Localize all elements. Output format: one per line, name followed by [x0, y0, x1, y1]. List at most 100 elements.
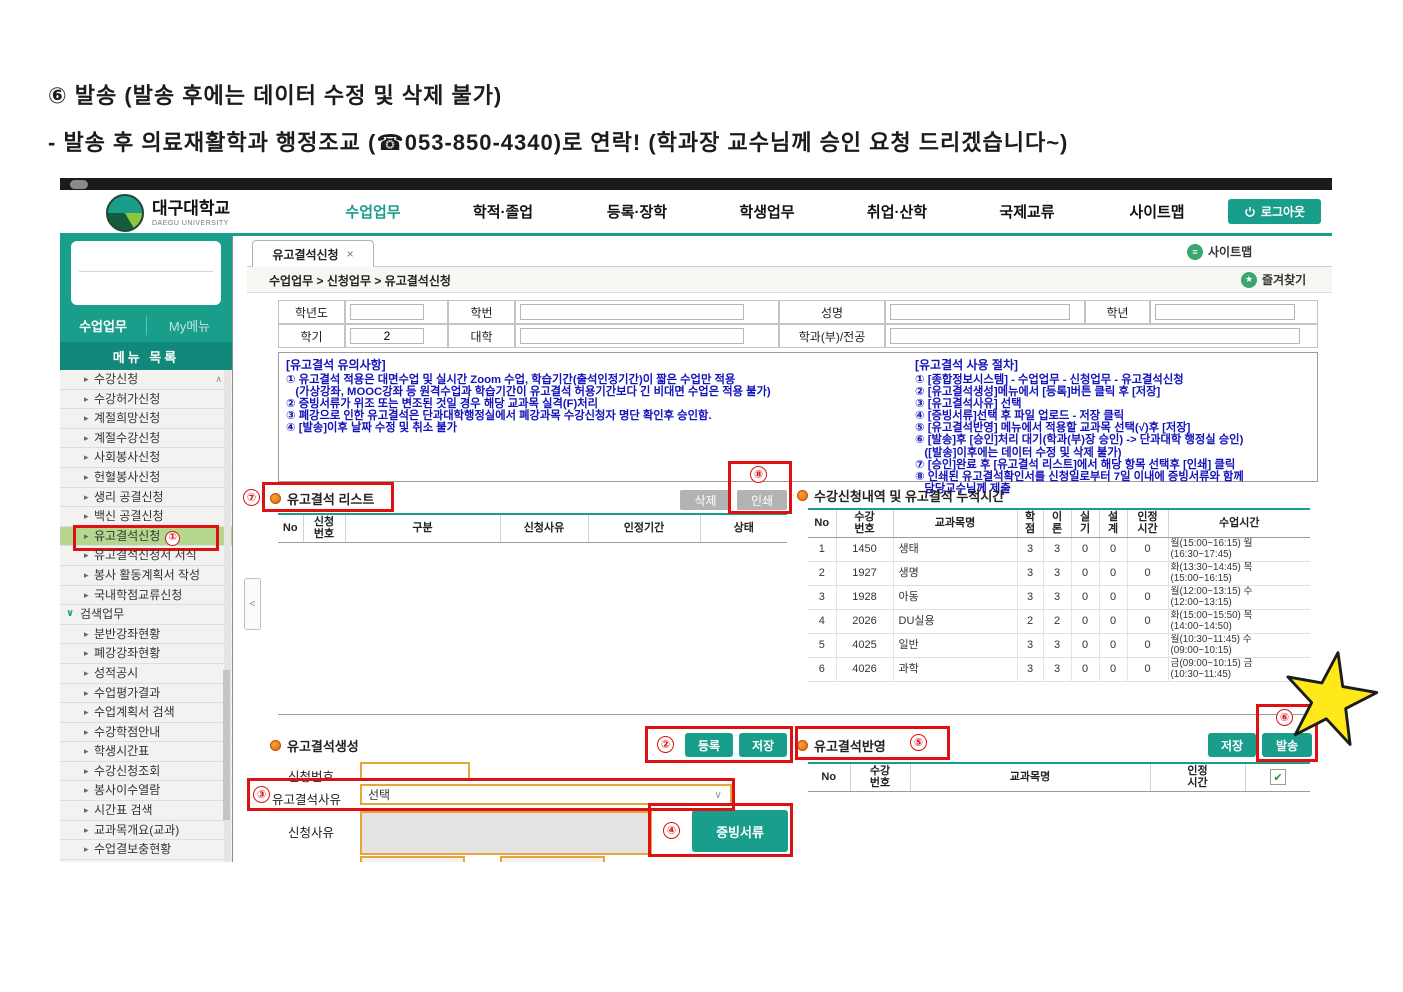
sidebar-item[interactable]: ▸ 수강학점안내 — [60, 723, 232, 743]
table-row[interactable]: 6 4026 과학 3 3 0 0 0 금(09:00~10:15) 금(10:30~11:45… — [808, 657, 1310, 682]
sidebar-item-label: 사회봉사신청 — [94, 450, 161, 465]
sidebar: 수업업무 My메뉴 메뉴 목록 ▸ 수강신청 ▸ 수강허가신청 ▸ 계절희망신청 ▸ 계절수강… — [60, 236, 233, 862]
sidebar-item[interactable]: ▸ 수강허가신청 — [60, 390, 232, 410]
student-id-input[interactable] — [520, 304, 744, 320]
table-row[interactable]: 4 2026 DU실용 2 2 0 0 0 화(15:00~15:50) 목(14:00~14:… — [808, 609, 1310, 634]
college-label: 대학 — [448, 324, 515, 348]
table-cell: 5 — [808, 633, 836, 658]
table-cell: DU실용 — [892, 609, 1017, 634]
sidebar-tab-mymenu[interactable]: My메뉴 — [147, 316, 232, 335]
favorite-button[interactable]: ★ 즐겨찾기 — [1241, 271, 1306, 288]
logout-label: 로그아웃 — [1260, 205, 1306, 219]
sidebar-item[interactable]: ▸ 헌혈봉사신청 — [60, 468, 232, 488]
apply-no-label: 신청번호 — [288, 770, 335, 784]
sidebar-item-label: 수업계획서 검색 — [94, 705, 175, 720]
chevron-right-icon: ▸ — [84, 707, 89, 718]
sidebar-item[interactable]: ▸ 계절희망신청 — [60, 409, 232, 429]
sidebar-item[interactable]: ▸ 유고결석신청서 서식 — [60, 546, 232, 566]
table-row[interactable]: 2 1927 생명 3 3 0 0 0 화(13:30~14:45) 목(15:00~16:15… — [808, 561, 1310, 586]
year-label: 학년도 — [278, 300, 345, 324]
notice-left-title: [유고결석 유의사항] — [286, 358, 386, 372]
chevron-right-icon: ▸ — [84, 785, 89, 796]
sidebar-item-label: 수강학점안내 — [94, 724, 161, 739]
nav-item-registration[interactable]: 등록·장학 — [582, 201, 692, 222]
sidebar-item[interactable]: ▸ 사회봉사신청 — [60, 448, 232, 468]
name-input[interactable] — [890, 304, 1070, 320]
sidebar-item[interactable]: ▸ 수업계획서 검색 — [60, 703, 232, 723]
table-cell: 0 — [1098, 609, 1127, 634]
enrollment-table: No 수강 번호 교과목명 학 점이 론실 기설 계 인정 시간 수업시간 1 1450 생태… — [808, 508, 1310, 682]
sidebar-item[interactable]: ▸ 수업평가결과 — [60, 684, 232, 704]
college-input[interactable] — [520, 328, 744, 344]
table-row[interactable]: 1 1450 생태 3 3 0 0 0 월(15:00~16:15) 월(16:30~17:45… — [808, 537, 1310, 562]
nav-item-international[interactable]: 국제교류 — [972, 201, 1082, 222]
logout-button[interactable]: 로그아웃 — [1228, 199, 1321, 224]
grade-input[interactable] — [1155, 304, 1295, 320]
table-cell: 과학 — [892, 657, 1017, 682]
star-highlight-icon — [1286, 651, 1379, 746]
sidebar-item[interactable]: ▸ 생리 공결신청 — [60, 488, 232, 508]
apply-no-input[interactable] — [362, 765, 468, 781]
sidebar-item[interactable]: ▸ 수강신청 — [60, 370, 232, 390]
sidebar-item[interactable]: ▸ 폐강강좌현황 — [60, 644, 232, 664]
nav-item-career[interactable]: 취업·산학 — [842, 201, 952, 222]
delete-button[interactable]: 삭제 — [680, 490, 731, 510]
sidebar-item-label: 국내학점교류신청 — [94, 587, 183, 602]
print-button[interactable]: 인쇄 — [737, 490, 787, 510]
sidebar-scrollbar[interactable] — [223, 370, 231, 862]
create-save-button[interactable]: 저장 — [739, 733, 787, 757]
sidebar-item-label: 생리 공결신청 — [94, 489, 164, 504]
sidebar-item[interactable]: ∨ 검색업무 — [60, 605, 232, 625]
notice-precautions: [유고결석 유의사항] ① 유고결석 적용은 대면수업 및 실시간 Zoom 수… — [286, 356, 846, 434]
sidebar-item[interactable]: ▸ 수업결보충현황 — [60, 840, 232, 860]
document-tabbar: 유고결석신청 × ≡ 사이트맵 — [247, 238, 1332, 267]
chevron-right-icon: ▸ — [84, 511, 89, 522]
chevron-right-icon: ▸ — [84, 628, 89, 639]
table-cell: 0 — [1098, 633, 1127, 658]
sidebar-tab-classwork[interactable]: 수업업무 — [60, 315, 147, 335]
sidebar-collapse-handle[interactable]: < — [244, 578, 261, 630]
nav-item-classwork[interactable]: 수업업무 — [318, 201, 428, 222]
sidebar-item[interactable]: ▸ 수강신청조회 — [60, 762, 232, 782]
sidebar-item[interactable]: ▸ 봉사이수열람 — [60, 781, 232, 802]
sidebar-item-label: 폐강강좌현황 — [94, 646, 161, 661]
absence-apply-table: No 수강 번호 교과목명 인정 시간 — [808, 762, 1310, 792]
sitemap-link[interactable]: ≡ 사이트맵 — [1187, 243, 1252, 260]
period-start-input[interactable] — [360, 856, 465, 862]
tab-absence-application[interactable]: 유고결석신청 × — [252, 240, 374, 267]
sidebar-item[interactable]: ▸ 계절수강신청 — [60, 429, 232, 449]
table-row[interactable]: 3 1928 아동 3 3 0 0 0 월(12:00~13:15) 수(12:00~13:15… — [808, 585, 1310, 610]
sidebar-item[interactable]: ▸ 학생시간표 — [60, 742, 232, 762]
chevron-right-icon: ▸ — [84, 589, 89, 600]
annotation-number-4: ④ — [663, 822, 680, 839]
sidebar-item-label: 수강신청조회 — [94, 763, 161, 778]
nav-item-sitemap[interactable]: 사이트맵 — [1102, 201, 1212, 222]
period-end-input[interactable] — [500, 856, 605, 862]
term-label: 학기 — [278, 324, 345, 348]
sidebar-item[interactable]: ▸ 유고결석신청 ① — [60, 524, 232, 551]
table-row[interactable]: 5 4025 일반 3 3 0 0 0 월(10:30~11:45) 수(09:00~10:15… — [808, 633, 1310, 658]
sidebar-item[interactable]: ▸ 봉사 활동계획서 작성 — [60, 566, 232, 586]
sidebar-item[interactable]: ▸ 국내학점교류신청 — [60, 586, 232, 606]
nav-item-records[interactable]: 학적·졸업 — [448, 201, 558, 222]
term-input[interactable] — [350, 328, 424, 344]
dept-input[interactable] — [890, 328, 1300, 344]
year-input[interactable] — [350, 304, 424, 320]
scroll-up-icon[interactable]: ∧ — [215, 374, 222, 385]
register-button[interactable]: 등록 — [685, 733, 733, 757]
table-cell: 2 — [808, 561, 836, 586]
select-all-checkbox[interactable]: ✔ — [1270, 769, 1286, 785]
tab-close-icon[interactable]: × — [347, 247, 354, 261]
sidebar-item[interactable]: ▸ 시간표 검색 — [60, 801, 232, 821]
nav-item-student-affairs[interactable]: 학생업무 — [712, 201, 822, 222]
reason-detail-textarea[interactable] — [360, 811, 652, 855]
apply-save-button[interactable]: 저장 — [1208, 733, 1256, 757]
sidebar-item[interactable]: ▸ 교과목개요(교과) — [60, 821, 232, 841]
absence-reason-select[interactable]: 선택 ∨ — [360, 784, 732, 805]
sidebar-item[interactable]: ▸ 분반강좌현황 — [60, 625, 232, 645]
sidebar-item[interactable]: ▸ 성적공시 — [60, 664, 232, 684]
sidebar-scrollbar-thumb[interactable] — [223, 670, 230, 820]
chevron-right-icon: ▸ — [84, 667, 89, 678]
evidence-button[interactable]: 증빙서류 — [692, 810, 788, 852]
breadcrumb-bar: 수업업무 > 신청업무 > 유고결석신청 ★ 즐겨찾기 — [247, 267, 1332, 293]
